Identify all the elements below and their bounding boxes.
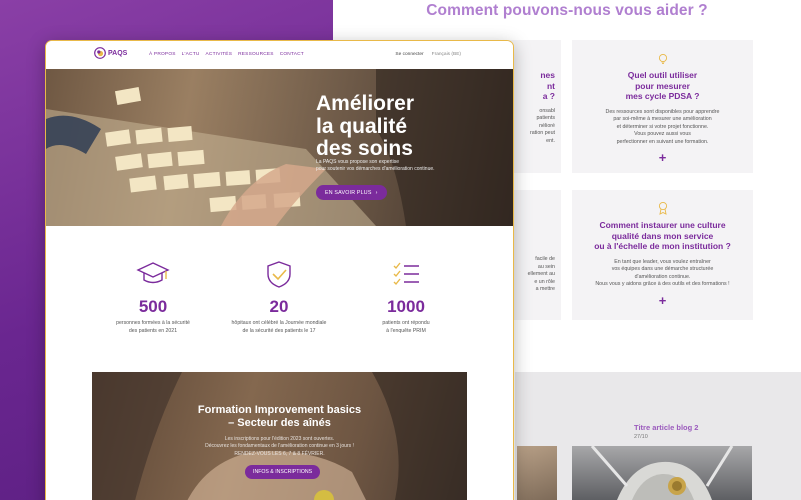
hero-title: Améliorer la qualité des soins bbox=[316, 92, 415, 161]
blog-article-date: 27/10 bbox=[634, 434, 648, 440]
checklist-icon bbox=[393, 262, 419, 286]
card-title-line: pour mesurer bbox=[635, 80, 690, 91]
card-text: Vous pouvez aussi vous bbox=[634, 131, 691, 138]
stat-number: 500 bbox=[138, 297, 168, 316]
login-link[interactable]: Se connecter bbox=[395, 52, 423, 57]
hero-subtitle-line: La PAQS vous propose son expertise bbox=[316, 159, 400, 165]
logo[interactable]: PAQS bbox=[94, 47, 127, 59]
lightbulb-icon bbox=[658, 53, 667, 65]
chevron-right-icon: › bbox=[375, 189, 378, 196]
stat-text-line: à l'enquête PRIM bbox=[386, 327, 426, 334]
medal-icon bbox=[658, 201, 667, 215]
card-text: par soi-même à mesurer une amélioration bbox=[613, 116, 712, 123]
paqs-logo-icon bbox=[94, 47, 106, 59]
hero-title-line: Améliorer bbox=[316, 92, 415, 115]
card-text: Des ressources sont disponibles pour app… bbox=[605, 108, 720, 115]
language-selector[interactable]: Français (BE) bbox=[432, 52, 461, 57]
card-text: et déterminer si votre projet fonctionne… bbox=[616, 123, 709, 130]
navbar: PAQS À PROPOS L'ACTU ACTIVITÉS RESSOURCE… bbox=[46, 41, 513, 69]
partial-card-text: patients bbox=[536, 115, 555, 122]
stat-number: 20 bbox=[269, 297, 289, 316]
graduation-cap-icon bbox=[136, 262, 170, 284]
partial-card-text: ellement au bbox=[527, 271, 555, 278]
help-card-culture[interactable]: Comment instaurer une culture qualité da… bbox=[572, 190, 753, 320]
menu-item-actu[interactable]: L'ACTU bbox=[182, 52, 200, 57]
partial-card-text: onsabl bbox=[539, 107, 555, 114]
card-title-line: mes cycle PDSA ? bbox=[625, 91, 700, 101]
expand-plus-icon[interactable]: + bbox=[582, 151, 743, 164]
stat-text: personnes formées à la sécurité des pati… bbox=[88, 320, 218, 335]
card-title-line: Quel outil utiliser bbox=[627, 70, 698, 80]
menu-item-ressources[interactable]: RESSOURCES bbox=[238, 52, 274, 57]
formation-title-line: – Secteur des aînés bbox=[228, 417, 331, 429]
menu-item-activites[interactable]: ACTIVITÉS bbox=[206, 52, 233, 57]
partial-card-text: ration peut bbox=[529, 130, 555, 137]
formation-title: Formation Improvement basics – Secteur d… bbox=[92, 404, 467, 430]
stat-text-line: de la sécurité des patients le 17 bbox=[242, 327, 316, 334]
partial-card-text: nélioré bbox=[539, 122, 555, 129]
stat-text: patients ont répondu à l'enquête PRIM bbox=[341, 320, 471, 335]
menu-item-contact[interactable]: CONTACT bbox=[280, 52, 304, 57]
info-registration-button[interactable]: INFOS & INSCRIPTIONS bbox=[245, 465, 321, 479]
card-title-line: qualité dans mon service bbox=[611, 230, 714, 241]
card-text: d'amélioration continue. bbox=[634, 273, 691, 280]
hero-banner: Améliorer la qualité des soins La PAQS v… bbox=[46, 69, 513, 226]
blog-article-title[interactable]: Titre article blog 2 bbox=[634, 423, 698, 432]
face-mask-illustration bbox=[590, 446, 734, 500]
help-card-pdsa[interactable]: Quel outil utiliser pour mesurer mes cyc… bbox=[572, 40, 753, 173]
blog-image-partial[interactable] bbox=[517, 446, 557, 500]
learn-more-button[interactable]: EN SAVOIR PLUS › bbox=[316, 185, 387, 200]
hero-subtitle-line: pour soutenir vos démarches d'améliorati… bbox=[316, 166, 435, 173]
expand-plus-icon[interactable]: + bbox=[582, 294, 743, 307]
stat-text: hôpitaux ont célébré la Journée mondiale… bbox=[214, 320, 344, 335]
stat-text-line: hôpitaux ont célébré la Journée mondiale bbox=[231, 320, 327, 326]
menu-item-apropos[interactable]: À PROPOS bbox=[149, 52, 176, 57]
stat-text-line: des patients en 2021 bbox=[128, 327, 178, 334]
hero-title-line: des soins bbox=[316, 137, 413, 160]
card-title-line: Comment instaurer une culture bbox=[599, 220, 726, 230]
stat-text-line: patients ont répondu bbox=[382, 320, 430, 326]
formation-text-line: Découvrez les fondamentaux de l'améliora… bbox=[205, 443, 354, 450]
section-heading: Comment pouvons-nous vous aider ? bbox=[426, 2, 708, 19]
partial-card-text: e un rôle bbox=[534, 278, 555, 285]
card-text: vos équipes dans une démarche structurée bbox=[611, 266, 714, 273]
formation-title-line: Formation Improvement basics bbox=[197, 404, 362, 416]
card-text: En tant que leader, vous voulez entraîne… bbox=[614, 258, 711, 265]
stat-patients: 1000 patients ont répondu à l'enquête PR… bbox=[341, 259, 471, 335]
partial-card-text: ent. bbox=[546, 137, 555, 144]
partial-card-text: facile de bbox=[535, 256, 555, 262]
logo-text: PAQS bbox=[108, 49, 128, 57]
partial-card-text: a mettre bbox=[535, 286, 555, 293]
shield-check-icon bbox=[267, 261, 291, 288]
formation-text: Les inscriptions pour l'édition 2023 son… bbox=[92, 436, 467, 458]
stat-number: 1000 bbox=[387, 297, 425, 316]
stat-hospitals: 20 hôpitaux ont célébré la Journée mondi… bbox=[214, 259, 344, 335]
blog-image[interactable] bbox=[572, 446, 752, 500]
stat-text-line: personnes formées à la sécurité bbox=[116, 320, 190, 326]
hero-photo-sticky-notes bbox=[46, 69, 513, 226]
nav-right: Se connecter Français (BE) bbox=[395, 52, 461, 57]
formation-text-line: Les inscriptions pour l'édition 2023 son… bbox=[224, 436, 335, 442]
card-title-line: ou à l'échelle de mon institution ? bbox=[594, 241, 731, 251]
partial-card-text: au sein bbox=[537, 263, 555, 270]
card-text: perfectionner en suivant une formation. bbox=[616, 138, 709, 145]
formation-text-line: RENDEZ-VOUS LES 6, 7 & 8 FÉVRIER. bbox=[234, 450, 325, 457]
main-menu: À PROPOS L'ACTU ACTIVITÉS RESSOURCES CON… bbox=[149, 52, 304, 57]
card-text: Nous vous y aidons grâce à des outils et… bbox=[595, 281, 730, 288]
stat-trained: 500 personnes formées à la sécurité des … bbox=[88, 259, 218, 335]
browser-page: PAQS À PROPOS L'ACTU ACTIVITÉS RESSOURCE… bbox=[45, 40, 514, 500]
learn-more-label: EN SAVOIR PLUS bbox=[325, 189, 372, 196]
formation-banner: Formation Improvement basics – Secteur d… bbox=[92, 372, 467, 500]
hero-title-line: la qualité bbox=[316, 114, 408, 138]
hero-subtitle: La PAQS vous propose son expertise pour … bbox=[316, 159, 435, 174]
